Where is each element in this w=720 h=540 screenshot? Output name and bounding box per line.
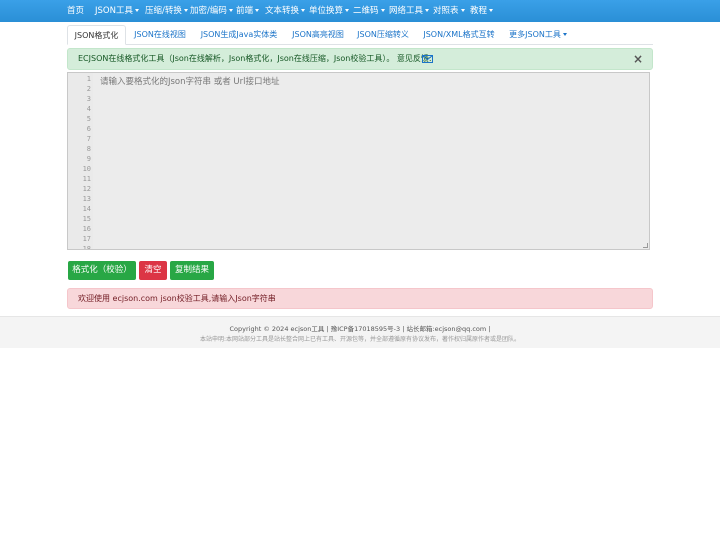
nav-label: 文本转换 — [265, 6, 300, 16]
line-number: 1 — [86, 75, 91, 83]
caret-down-icon — [255, 9, 260, 12]
info-alert: ECJSON在线格式化工具（Json在线解析，Json格式化，Json在线压缩，… — [67, 48, 653, 70]
line-number: 12 — [82, 185, 91, 193]
caret-down-icon — [380, 9, 385, 12]
caret-down-icon — [228, 9, 233, 12]
tab-json-highlight[interactable]: JSON高亮视图 — [289, 25, 347, 45]
tab-json-xml-convert[interactable]: JSON/XML格式互转 — [422, 25, 496, 45]
close-alert-button[interactable]: × — [633, 51, 643, 67]
line-number: 5 — [86, 115, 91, 123]
caret-down-icon — [460, 9, 465, 12]
nav-label: 压缩/转换 — [145, 6, 182, 16]
status-message: 欢迎使用 ecjson.com json校验工具,请输入Json字符串 — [67, 288, 653, 309]
caret-down-icon — [345, 9, 350, 12]
line-number: 4 — [86, 105, 91, 113]
caret-down-icon — [183, 9, 188, 12]
tab-label: 更多JSON工具 — [509, 30, 561, 39]
line-number: 13 — [82, 195, 91, 203]
copy-result-button[interactable]: 复制结果 — [170, 261, 214, 280]
tab-json-viewer[interactable]: JSON在线视图 — [130, 25, 190, 45]
nav-label: 前端 — [236, 6, 254, 16]
nav-label: 对照表 — [433, 6, 459, 16]
line-number: 17 — [82, 235, 91, 243]
top-navbar: 首页 JSON工具 压缩/转换 加密/编码 前端 文本转换 单位换算 二维码 网… — [0, 0, 720, 22]
line-number: 11 — [82, 175, 91, 183]
nav-json-tools[interactable]: JSON工具 — [95, 0, 139, 22]
tab-json-compress-escape[interactable]: JSON压缩转义 — [355, 25, 411, 45]
nav-label: 单位换算 — [309, 6, 344, 16]
line-number: 2 — [86, 85, 91, 93]
page-footer: Copyright © 2024 ecjson工具 | 豫ICP备1701859… — [0, 316, 720, 348]
nav-tutorials[interactable]: 教程 — [470, 0, 494, 22]
nav-compress-convert[interactable]: 压缩/转换 — [145, 0, 188, 22]
caret-down-icon — [134, 9, 139, 12]
format-validate-button[interactable]: 格式化（校验） — [68, 261, 136, 280]
line-number: 16 — [82, 225, 91, 233]
caret-down-icon — [562, 33, 567, 36]
footer-disclaimer: 本站申明:本网站部分工具是站长整合网上已有工具、开源包等，并全部遵循原有协议发布… — [199, 336, 521, 343]
nav-encrypt-encode[interactable]: 加密/编码 — [190, 0, 233, 22]
tab-more-json-tools[interactable]: 更多JSON工具 — [507, 25, 569, 45]
clear-button[interactable]: 清空 — [139, 261, 167, 280]
tab-json-format[interactable]: JSON格式化 — [67, 25, 126, 45]
tab-json-to-java[interactable]: JSON生成Java实体类 — [195, 25, 283, 45]
nav-network-tools[interactable]: 网络工具 — [389, 0, 430, 22]
nav-home[interactable]: 首页 — [67, 0, 84, 22]
resize-handle-icon[interactable] — [643, 243, 648, 248]
line-number-gutter: 1 2 3 4 5 6 7 8 9 10 11 12 13 14 15 16 17 18 — [68, 73, 93, 249]
line-number: 15 — [82, 215, 91, 223]
caret-down-icon — [489, 9, 494, 12]
editor-placeholder: 请输入要格式化的Json字符串 或者 Url接口地址 — [100, 77, 280, 87]
nav-unit-convert[interactable]: 单位换算 — [309, 0, 350, 22]
mail-icon[interactable] — [422, 55, 433, 63]
line-number: 14 — [82, 205, 91, 213]
line-number: 18 — [82, 245, 91, 249]
nav-label: 教程 — [470, 6, 488, 16]
caret-down-icon — [425, 9, 430, 12]
nav-frontend[interactable]: 前端 — [236, 0, 260, 22]
json-input-editor[interactable]: 1 2 3 4 5 6 7 8 9 10 11 12 13 14 15 16 17 18 请输入要格式化的Json… — [67, 72, 650, 250]
footer-copyright: Copyright © 2024 ecjson工具 | 豫ICP备1701859… — [229, 325, 491, 333]
tool-tabs: JSON格式化 JSON在线视图 JSON生成Java实体类 JSON高亮视图 … — [67, 23, 653, 45]
line-number: 7 — [86, 135, 91, 143]
nav-label: 二维码 — [353, 6, 379, 16]
line-number: 3 — [86, 95, 91, 103]
line-number: 8 — [86, 145, 91, 153]
info-alert-text: ECJSON在线格式化工具（Json在线解析，Json格式化，Json在线压缩，… — [78, 54, 432, 63]
caret-down-icon — [301, 9, 306, 12]
nav-label: JSON工具 — [95, 6, 133, 16]
nav-reference-tables[interactable]: 对照表 — [433, 0, 465, 22]
line-number: 6 — [86, 125, 91, 133]
nav-label: 加密/编码 — [190, 6, 227, 16]
nav-qrcode[interactable]: 二维码 — [353, 0, 385, 22]
nav-label: 网络工具 — [389, 6, 424, 16]
line-number: 10 — [82, 165, 91, 173]
nav-text-convert[interactable]: 文本转换 — [265, 0, 306, 22]
status-message-text: 欢迎使用 ecjson.com json校验工具,请输入Json字符串 — [78, 294, 276, 303]
line-number: 9 — [86, 155, 91, 163]
